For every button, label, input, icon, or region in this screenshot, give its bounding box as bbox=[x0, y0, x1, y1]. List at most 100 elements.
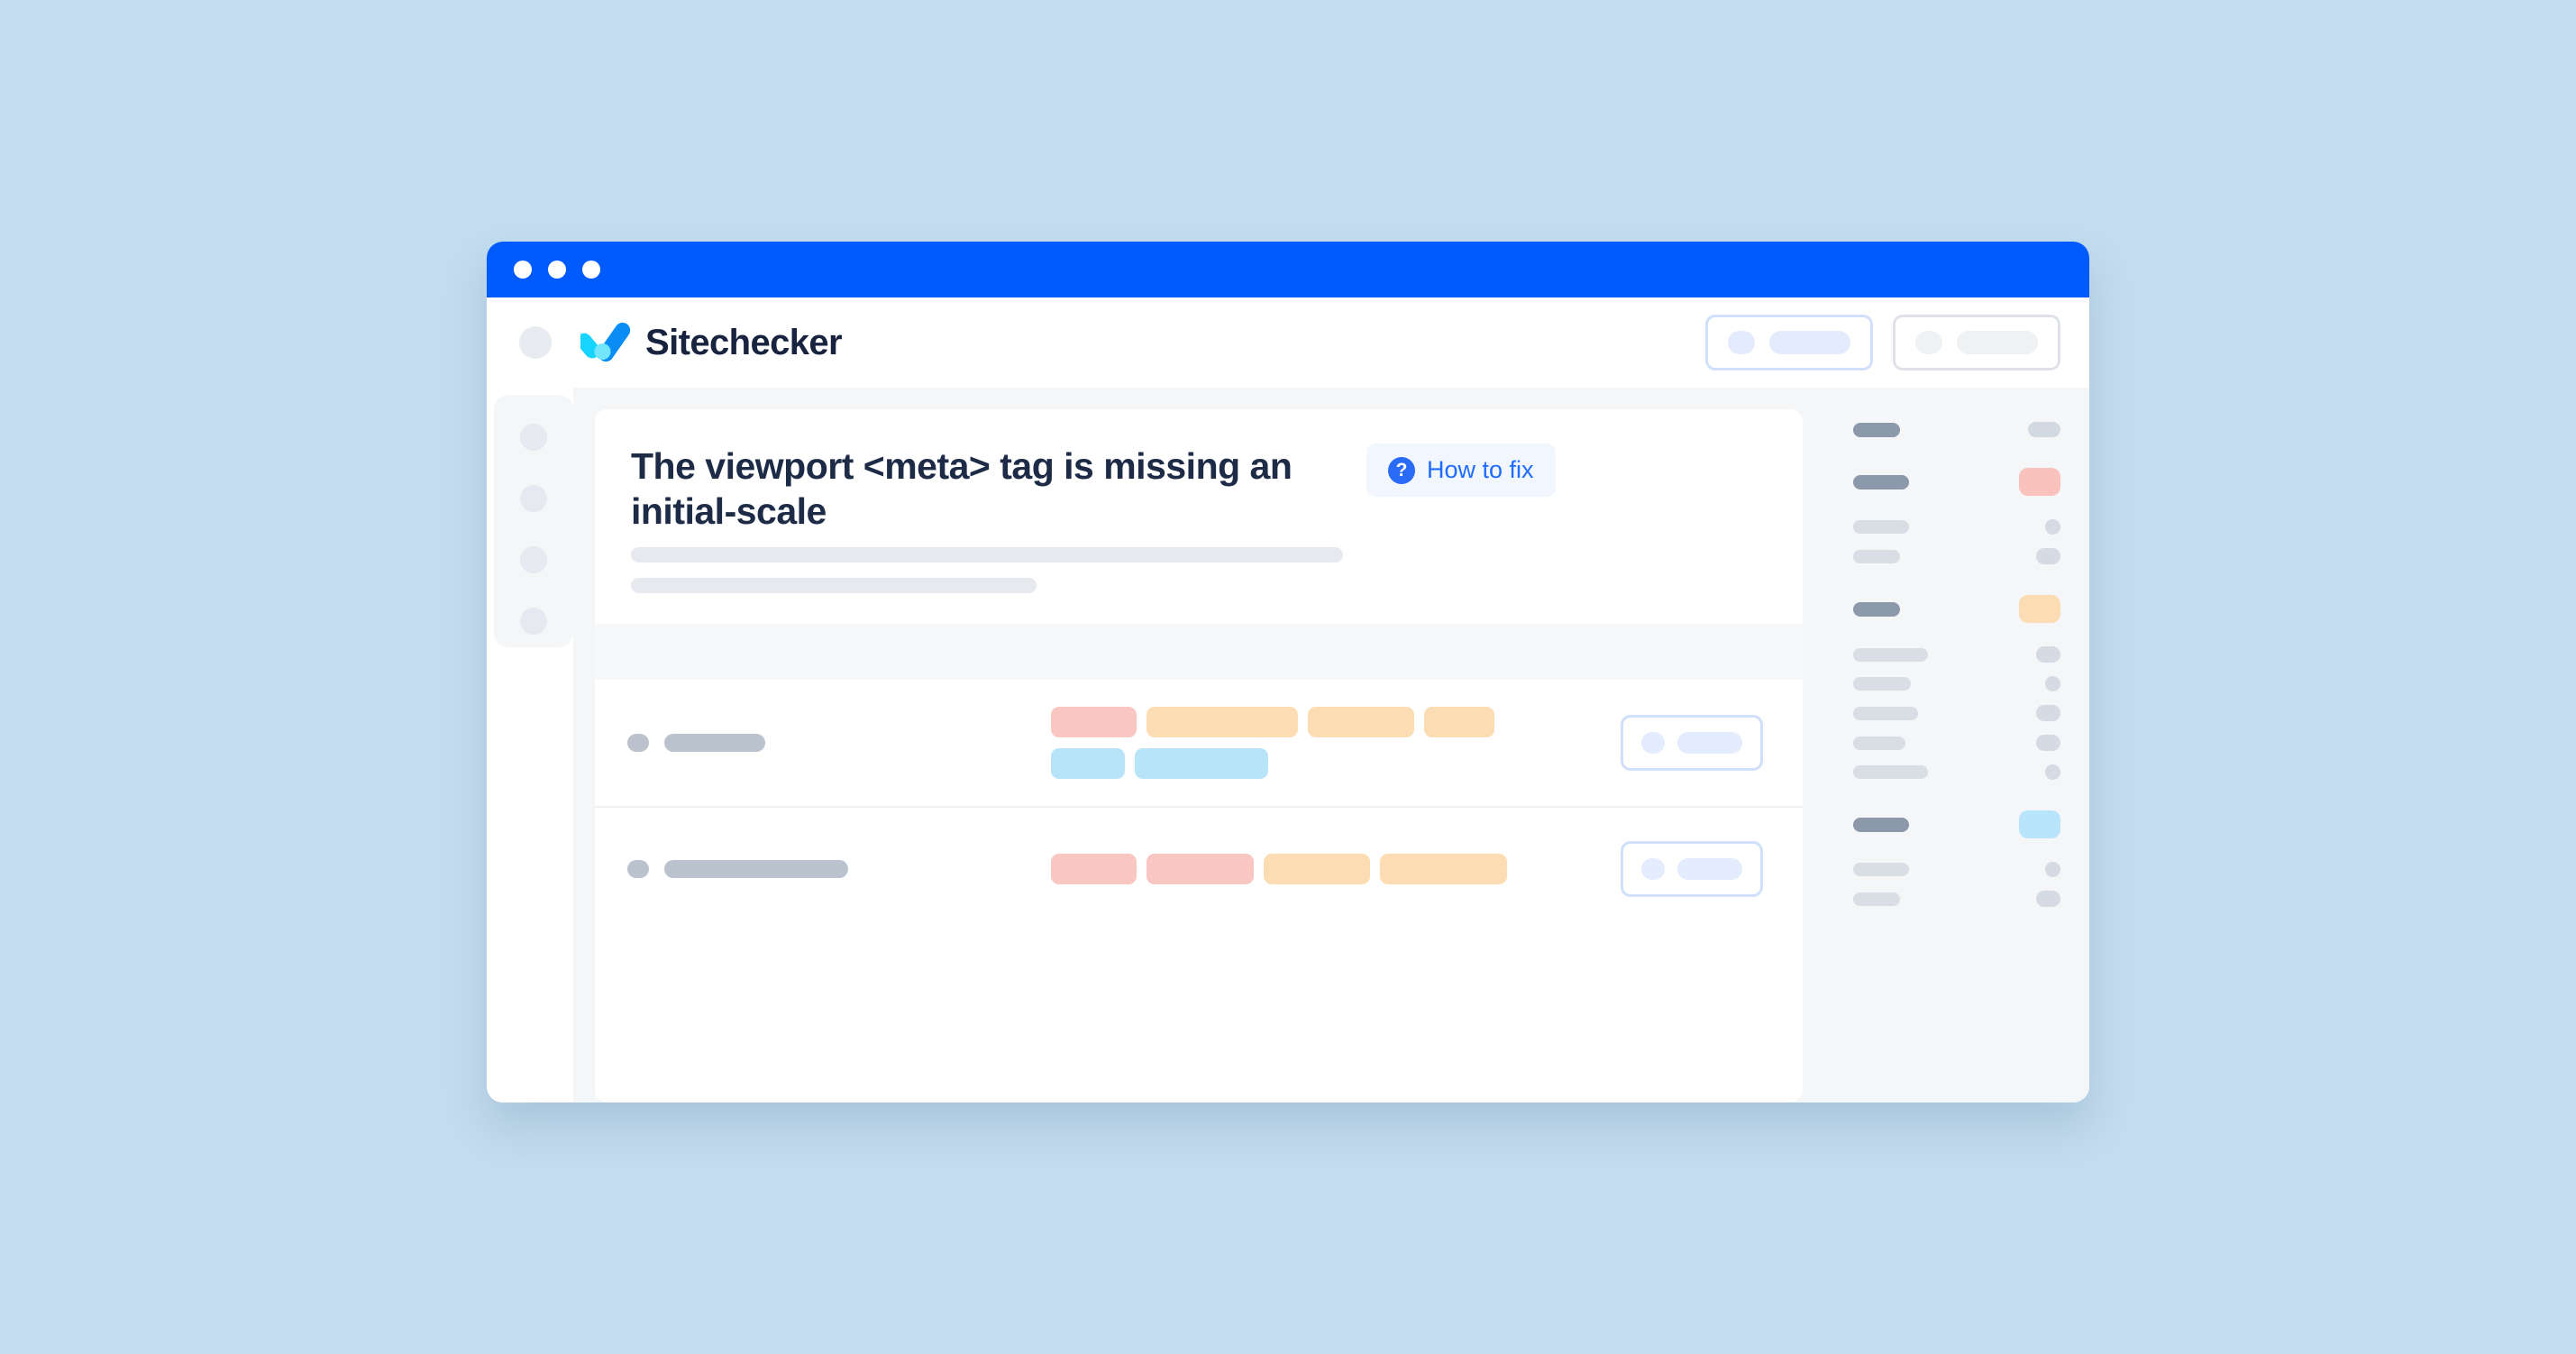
list-item-count-placeholder bbox=[2036, 548, 2060, 564]
browser-titlebar bbox=[487, 242, 2089, 297]
tag-pill-orange[interactable] bbox=[1264, 854, 1370, 885]
window-maximize-dot[interactable] bbox=[582, 261, 600, 279]
list-item[interactable] bbox=[1853, 676, 2060, 691]
tag-pill-red[interactable] bbox=[1051, 707, 1137, 738]
table-row[interactable] bbox=[595, 680, 1803, 809]
list-item-count-placeholder bbox=[2036, 705, 2060, 721]
sidebar-group-label-placeholder bbox=[1853, 422, 1900, 437]
sidebar-group-header[interactable] bbox=[1853, 422, 2060, 437]
sidebar-group-4 bbox=[1853, 810, 2060, 907]
row-tag-group bbox=[1051, 854, 1511, 885]
sidebar-group-header[interactable] bbox=[1853, 595, 2060, 623]
list-item-count-placeholder bbox=[2045, 764, 2060, 780]
list-item[interactable] bbox=[1853, 735, 2060, 751]
list-item[interactable] bbox=[1853, 705, 2060, 721]
main-content: The viewport <meta> tag is missing an in… bbox=[573, 388, 1828, 1102]
list-item[interactable] bbox=[1853, 862, 2060, 877]
how-to-fix-label: How to fix bbox=[1427, 456, 1534, 483]
list-item[interactable] bbox=[1853, 764, 2060, 780]
sidebar-group-label-placeholder bbox=[1853, 601, 1900, 617]
button-label-placeholder bbox=[1677, 732, 1742, 755]
row-action-button[interactable] bbox=[1621, 715, 1763, 772]
row-tag-group bbox=[1051, 707, 1511, 780]
list-item-count-placeholder bbox=[2045, 862, 2060, 877]
brand-logo-group[interactable]: Sitechecker bbox=[580, 322, 843, 363]
list-item-label-placeholder bbox=[1853, 863, 1909, 876]
header-actions bbox=[1705, 315, 2060, 371]
checkmark-logo-icon bbox=[580, 322, 631, 362]
sidebar-group-label-placeholder bbox=[1853, 474, 1909, 489]
nav-circle-icon-1[interactable] bbox=[520, 424, 547, 451]
button-label-placeholder bbox=[1957, 331, 2038, 354]
description-placeholder-line-2 bbox=[631, 578, 1037, 594]
button-icon-placeholder bbox=[1641, 858, 1665, 881]
issue-rows bbox=[595, 680, 1803, 1102]
list-item-label-placeholder bbox=[1853, 520, 1909, 534]
tag-pill-orange[interactable] bbox=[1424, 707, 1494, 738]
row-status-dot bbox=[627, 860, 649, 879]
title-text-wrap: The viewport <meta> tag is missing an in… bbox=[631, 444, 1343, 594]
sidebar-group-2 bbox=[1853, 468, 2060, 564]
nav-circle-icon-3[interactable] bbox=[520, 546, 547, 573]
sidebar-group-label-placeholder bbox=[1853, 817, 1909, 832]
right-sidebar bbox=[1828, 388, 2089, 1102]
button-label-placeholder bbox=[1677, 858, 1742, 881]
list-item-label-placeholder bbox=[1853, 765, 1928, 779]
tag-pill-blue[interactable] bbox=[1135, 748, 1268, 780]
tag-pill-orange[interactable] bbox=[1308, 707, 1414, 738]
sidebar-group-header[interactable] bbox=[1853, 810, 2060, 838]
status-badge bbox=[2019, 595, 2060, 623]
brand-name: Sitechecker bbox=[645, 323, 843, 362]
page-title: The viewport <meta> tag is missing an in… bbox=[631, 445, 1293, 533]
list-item[interactable] bbox=[1853, 548, 2060, 564]
status-badge bbox=[2019, 810, 2060, 838]
tag-pill-red[interactable] bbox=[1146, 854, 1254, 885]
tag-pill-blue[interactable] bbox=[1051, 748, 1125, 780]
app-header: Sitechecker bbox=[487, 297, 2089, 388]
sidebar-group-header[interactable] bbox=[1853, 468, 2060, 496]
row-label bbox=[627, 734, 1051, 753]
table-row[interactable] bbox=[595, 808, 1803, 930]
list-item-label-placeholder bbox=[1853, 892, 1900, 906]
issue-card: The viewport <meta> tag is missing an in… bbox=[595, 409, 1803, 1102]
tag-pill-orange[interactable] bbox=[1146, 707, 1298, 738]
list-item-count-placeholder bbox=[2045, 676, 2060, 691]
window-minimize-dot[interactable] bbox=[548, 261, 566, 279]
status-badge bbox=[2028, 422, 2060, 437]
list-item-count-placeholder bbox=[2045, 519, 2060, 535]
issue-header: The viewport <meta> tag is missing an in… bbox=[595, 409, 1803, 624]
button-icon-placeholder bbox=[1915, 331, 1942, 354]
list-item-label-placeholder bbox=[1853, 647, 1928, 662]
sidebar-group-1 bbox=[1853, 422, 2060, 437]
row-label-placeholder bbox=[664, 860, 848, 879]
row-action-button[interactable] bbox=[1621, 841, 1763, 898]
how-to-fix-button[interactable]: ? How to fix bbox=[1366, 444, 1556, 497]
sidebar-group-3 bbox=[1853, 595, 2060, 780]
list-item-label-placeholder bbox=[1853, 736, 1905, 750]
primary-header-button[interactable] bbox=[1705, 315, 1873, 371]
button-icon-placeholder bbox=[1728, 331, 1755, 354]
window-close-dot[interactable] bbox=[514, 261, 532, 279]
list-item-count-placeholder bbox=[2036, 735, 2060, 751]
description-placeholder-line-1 bbox=[631, 547, 1343, 563]
tag-pill-orange[interactable] bbox=[1380, 854, 1507, 885]
question-mark-icon: ? bbox=[1388, 456, 1415, 484]
list-item-label-placeholder bbox=[1853, 677, 1911, 691]
list-item-count-placeholder bbox=[2036, 891, 2060, 907]
list-item-label-placeholder bbox=[1853, 706, 1918, 720]
status-badge bbox=[2019, 468, 2060, 496]
avatar[interactable] bbox=[519, 326, 552, 359]
list-item[interactable] bbox=[1853, 519, 2060, 535]
list-item-count-placeholder bbox=[2036, 646, 2060, 663]
left-sidebar bbox=[487, 388, 573, 1102]
secondary-header-button[interactable] bbox=[1893, 315, 2060, 371]
list-item[interactable] bbox=[1853, 891, 2060, 907]
app-body: The viewport <meta> tag is missing an in… bbox=[487, 388, 2089, 1102]
browser-window: Sitechecker The viewport <meta> tag is m… bbox=[487, 242, 2089, 1102]
left-sidebar-panel bbox=[494, 395, 573, 647]
nav-circle-icon-2[interactable] bbox=[520, 485, 547, 512]
tag-pill-red[interactable] bbox=[1051, 854, 1137, 885]
list-item[interactable] bbox=[1853, 646, 2060, 663]
button-icon-placeholder bbox=[1641, 732, 1665, 755]
nav-circle-icon-4[interactable] bbox=[520, 608, 547, 635]
